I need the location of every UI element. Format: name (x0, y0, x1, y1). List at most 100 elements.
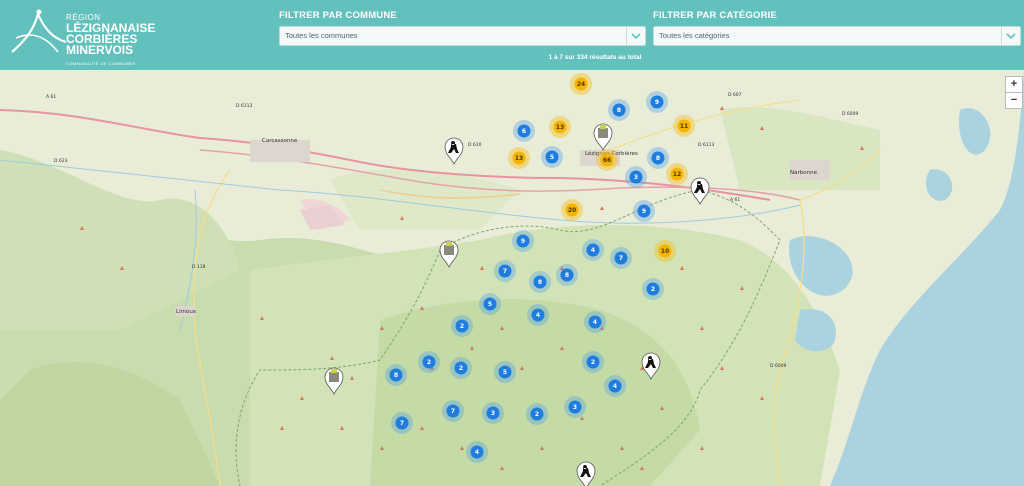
map-cluster[interactable]: 9 (646, 91, 668, 113)
cluster-count: 5 (550, 154, 554, 161)
cluster-count: 11 (680, 123, 688, 130)
road-label: D 6113 (698, 142, 714, 148)
chevron-down-icon[interactable] (626, 27, 645, 45)
cluster-count: 2 (651, 286, 655, 293)
cluster-count: 10 (661, 248, 669, 255)
cluster-count: 7 (400, 420, 404, 427)
place-label-limoux: Limoux (176, 309, 197, 315)
map-cluster[interactable]: 11 (673, 115, 695, 137)
cluster-count: 20 (568, 207, 576, 214)
map-cluster[interactable]: 9 (633, 200, 655, 222)
map-cluster[interactable]: 66 (596, 149, 618, 171)
map-cluster[interactable]: 6 (513, 120, 535, 142)
logo-line-minervois: MINERVOIS (66, 43, 134, 57)
chevron-down-icon[interactable] (1001, 27, 1020, 45)
cluster-count: 4 (591, 247, 595, 254)
map-cluster[interactable]: 3 (625, 166, 647, 188)
road-label: D 118 (192, 264, 206, 270)
cluster-count: 6 (522, 128, 526, 135)
cluster-count: 2 (591, 359, 595, 366)
cluster-count: 3 (491, 410, 495, 417)
cluster-count: 9 (521, 238, 525, 245)
map-cluster[interactable]: 3 (564, 396, 586, 418)
map-cluster[interactable]: 20 (561, 199, 583, 221)
map-cluster[interactable]: 5 (479, 293, 501, 315)
category-select[interactable]: Toutes les catégories (653, 26, 1021, 46)
map-cluster[interactable]: 8 (556, 264, 578, 286)
map-cluster[interactable]: 8 (647, 147, 669, 169)
road-label: D 610 (468, 142, 482, 148)
cluster-count: 7 (503, 268, 507, 275)
road-label: D 623 (54, 158, 68, 164)
map-cluster[interactable]: 8 (529, 271, 551, 293)
map-cluster[interactable]: 13 (549, 116, 571, 138)
cluster-count: 8 (394, 372, 398, 379)
map-cluster[interactable]: 13 (508, 147, 530, 169)
cluster-count: 4 (593, 319, 597, 326)
cluster-count: 8 (565, 272, 569, 279)
cluster-count: 12 (673, 171, 681, 178)
map-view[interactable]: Carcassonne Lézignan-Corbières Narbonne … (0, 70, 1024, 486)
cluster-count: 24 (577, 81, 585, 88)
logo-swoosh-icon (11, 9, 67, 53)
cluster-count: 2 (459, 365, 463, 372)
map-cluster[interactable]: 2 (526, 403, 548, 425)
map-cluster[interactable]: 2 (642, 278, 664, 300)
cluster-count: 5 (503, 369, 507, 376)
map-cluster[interactable]: 3 (482, 402, 504, 424)
map-cluster[interactable]: 5 (494, 361, 516, 383)
map-cluster[interactable]: 4 (527, 304, 549, 326)
cluster-count: 8 (538, 279, 542, 286)
cluster-count: 8 (617, 107, 621, 114)
commune-select[interactable]: Toutes les communes (279, 26, 646, 46)
map-cluster[interactable]: 7 (391, 412, 413, 434)
map-cluster[interactable]: 24 (570, 73, 592, 95)
cluster-count: 2 (427, 359, 431, 366)
cluster-count: 3 (634, 174, 638, 181)
map-cluster[interactable]: 9 (512, 230, 534, 252)
map-cluster[interactable]: 2 (418, 351, 440, 373)
cluster-count: 4 (475, 449, 479, 456)
cluster-count: 5 (488, 301, 492, 308)
map-cluster[interactable]: 7 (494, 260, 516, 282)
zoom-out-button[interactable]: − (1005, 92, 1023, 109)
place-label-narbonne: Narbonne (790, 170, 818, 176)
road-label: A 61 (730, 197, 740, 203)
commune-filter-label: FILTRER PAR COMMUNE (279, 10, 397, 21)
category-select-value: Toutes les catégories (659, 31, 730, 40)
road-label: A 61 (46, 94, 56, 100)
map-cluster[interactable]: 8 (385, 364, 407, 386)
cluster-count: 7 (451, 408, 455, 415)
cluster-count: 7 (619, 255, 623, 262)
map-cluster[interactable]: 4 (584, 311, 606, 333)
map-cluster[interactable]: 8 (608, 99, 630, 121)
road-label: D 6113 (236, 103, 252, 109)
cluster-count: 3 (573, 404, 577, 411)
logo-line-communaute: COMMUNAUTÉ DE COMMUNES (66, 61, 136, 66)
brand-logo[interactable]: RÉGION LÉZIGNANAISE CORBIÈRES MINERVOIS … (8, 8, 158, 66)
map-cluster[interactable]: 2 (582, 351, 604, 373)
map-cluster[interactable]: 10 (654, 240, 676, 262)
cluster-count: 66 (603, 157, 611, 164)
commune-select-value: Toutes les communes (285, 31, 358, 40)
map-cluster[interactable]: 4 (582, 239, 604, 261)
cluster-count: 4 (536, 312, 540, 319)
road-label: D 607 (728, 92, 742, 98)
cluster-count: 2 (460, 323, 464, 330)
map-cluster[interactable]: 4 (604, 375, 626, 397)
map-cluster[interactable]: 12 (666, 163, 688, 185)
zoom-in-button[interactable]: + (1005, 76, 1023, 93)
map-cluster[interactable]: 4 (466, 441, 488, 463)
cluster-count: 9 (655, 99, 659, 106)
map-cluster[interactable]: 5 (541, 146, 563, 168)
map-cluster[interactable]: 2 (450, 357, 472, 379)
cluster-count: 13 (515, 155, 523, 162)
category-filter-label: FILTRER PAR CATÉGORIE (653, 10, 778, 21)
results-count: 1 à 7 sur 334 résultats au total (548, 54, 642, 61)
road-label: D 6009 (770, 363, 786, 369)
cluster-count: 4 (613, 383, 617, 390)
map-cluster[interactable]: 7 (442, 400, 464, 422)
map-cluster[interactable]: 7 (610, 247, 632, 269)
cluster-count: 8 (656, 155, 660, 162)
map-cluster[interactable]: 2 (451, 315, 473, 337)
